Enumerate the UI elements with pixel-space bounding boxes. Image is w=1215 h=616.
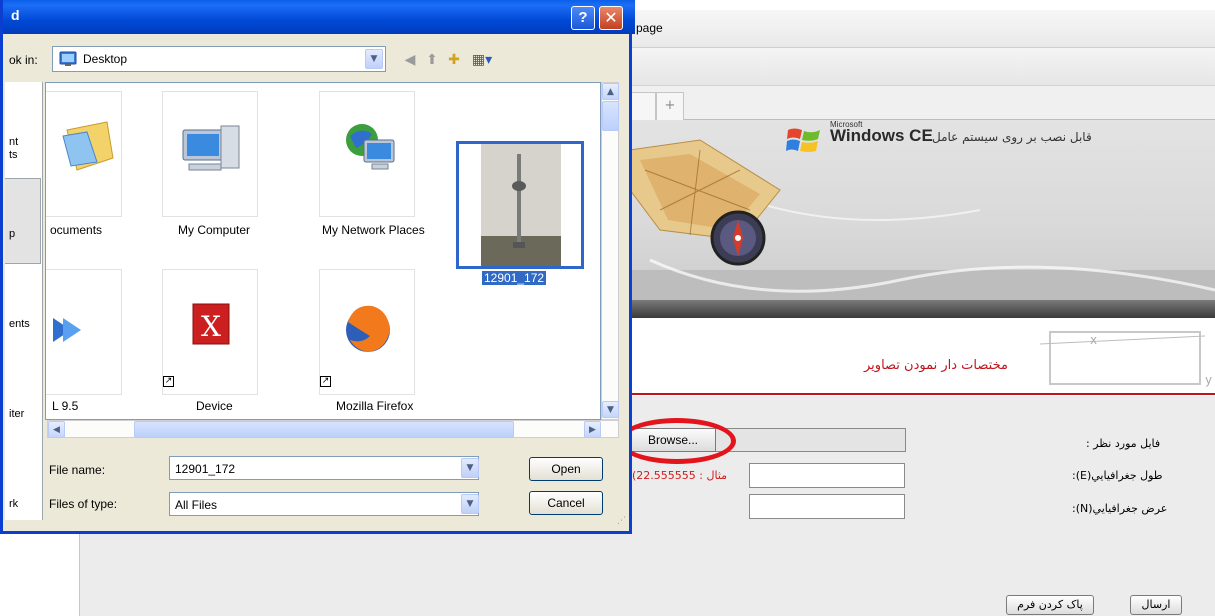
up-folder-icon[interactable]: ⬆: [423, 51, 441, 69]
places-item-desktop[interactable]: p: [9, 228, 15, 241]
new-tab-button[interactable]: +: [656, 92, 684, 120]
files-of-type-chevron-down-icon[interactable]: ▼: [461, 494, 479, 514]
file-label-my-computer: My Computer: [178, 223, 251, 237]
places-item-documents[interactable]: ents: [9, 318, 30, 331]
help-button[interactable]: ?: [571, 6, 595, 30]
files-of-type-label: Files of type:: [49, 497, 118, 511]
view-menu-icon[interactable]: ▦▾: [469, 51, 495, 69]
scroll-left-icon[interactable]: ◀: [48, 421, 65, 438]
svg-text:x: x: [1090, 333, 1097, 347]
file-name-label: File name:: [49, 463, 106, 477]
submit-button[interactable]: ارسال: [1130, 595, 1182, 615]
new-folder-icon[interactable]: ✚: [445, 51, 463, 69]
file-path-field[interactable]: [712, 428, 906, 452]
horizontal-scrollbar[interactable]: ◀ ▶: [47, 420, 619, 438]
section-title: مختصات دار نمودن تصاویر: [864, 358, 1008, 373]
file-tile-media[interactable]: [46, 269, 122, 395]
places-item-recent[interactable]: nt ts: [9, 136, 18, 162]
look-in-value: Desktop: [83, 52, 128, 66]
device-icon: X: [192, 303, 230, 345]
file-list-view[interactable]: ocuments My Computer My Network Places 1…: [45, 82, 601, 420]
browser-page-title: page: [636, 21, 663, 35]
latitude-label: عرض جغرافيايي(N):: [1072, 502, 1168, 515]
scroll-down-icon[interactable]: ▼: [602, 401, 619, 418]
file-name-value: 12901_172: [175, 462, 236, 476]
screen: page + Microsoft Windows CE قابل نصب بر …: [0, 0, 1215, 616]
resize-grip-icon[interactable]: ⋰: [617, 516, 631, 530]
back-icon[interactable]: ◀: [401, 51, 419, 69]
desktop-icon: [59, 51, 77, 66]
file-label-selected-image: 12901_172: [482, 271, 547, 285]
shortcut-arrow-icon: ↗: [320, 376, 331, 387]
file-tile-selected-image[interactable]: [456, 141, 584, 269]
places-selected-item[interactable]: [5, 178, 41, 264]
reset-form-button[interactable]: پاک کردن فرم: [1006, 595, 1094, 615]
dialog-title: d: [11, 7, 20, 23]
look-in-chevron-down-icon[interactable]: ▼: [365, 49, 383, 69]
longitude-hint: (مثال : 22.555555: [632, 469, 728, 482]
browser-tab[interactable]: [630, 92, 656, 120]
svg-text:y: y: [1205, 373, 1212, 387]
file-tile-my-computer[interactable]: [162, 91, 258, 217]
open-file-dialog: d ? ✕ ok in: Desktop ▼ ◀ ⬆ ✚ ▦▾ nt ts p …: [0, 0, 635, 534]
file-name-chevron-down-icon[interactable]: ▼: [461, 458, 479, 478]
file-tile-firefox[interactable]: ↗: [319, 269, 415, 395]
file-tile-network[interactable]: [319, 91, 415, 217]
scroll-right-icon[interactable]: ▶: [584, 421, 601, 438]
horizontal-scroll-thumb[interactable]: [134, 421, 514, 438]
windows-ce-label: Windows CE: [830, 126, 933, 145]
files-of-type-value: All Files: [175, 498, 218, 512]
file-label: فایل مورد نظر :: [1086, 437, 1161, 450]
image-thumbnail: [481, 144, 561, 266]
file-label-device: Device: [196, 399, 233, 413]
install-text: قابل نصب بر روی سیستم عامل: [932, 130, 1092, 144]
windows-logo-icon: [786, 128, 820, 152]
close-button[interactable]: ✕: [599, 6, 623, 30]
latitude-input[interactable]: [749, 494, 905, 519]
longitude-input[interactable]: [749, 463, 905, 488]
network-places-icon: [346, 124, 395, 170]
cancel-button[interactable]: Cancel: [529, 491, 603, 515]
file-label-media: L 9.5: [52, 399, 79, 413]
longitude-label: طول جغرافيايي(E):: [1072, 469, 1163, 482]
vertical-scrollbar[interactable]: ▲ ▼: [601, 82, 619, 420]
file-label-documents: ocuments: [50, 223, 103, 237]
open-button[interactable]: Open: [529, 457, 603, 481]
file-tile-documents[interactable]: [46, 91, 122, 217]
file-label-firefox: Mozilla Firefox: [336, 399, 414, 413]
svg-text:X: X: [201, 310, 221, 343]
highlight-circle: [618, 418, 736, 464]
dialog-titlebar[interactable]: d ? ✕: [3, 0, 635, 34]
look-in-label: ok in:: [9, 53, 38, 67]
scroll-up-icon[interactable]: ▲: [602, 83, 619, 100]
firefox-icon: [346, 305, 390, 352]
my-computer-icon: [182, 125, 240, 171]
places-item-network[interactable]: rk: [9, 498, 18, 511]
my-documents-icon: [62, 121, 114, 171]
file-label-network: My Network Places: [322, 223, 425, 237]
file-tile-device[interactable]: X ↗: [162, 269, 258, 395]
places-item-computer[interactable]: iter: [9, 408, 24, 421]
vertical-scroll-thumb[interactable]: [602, 101, 619, 131]
graph-decoration: x y: [1039, 331, 1212, 387]
media-player-icon: [53, 318, 81, 342]
shortcut-arrow-icon: ↗: [163, 376, 174, 387]
